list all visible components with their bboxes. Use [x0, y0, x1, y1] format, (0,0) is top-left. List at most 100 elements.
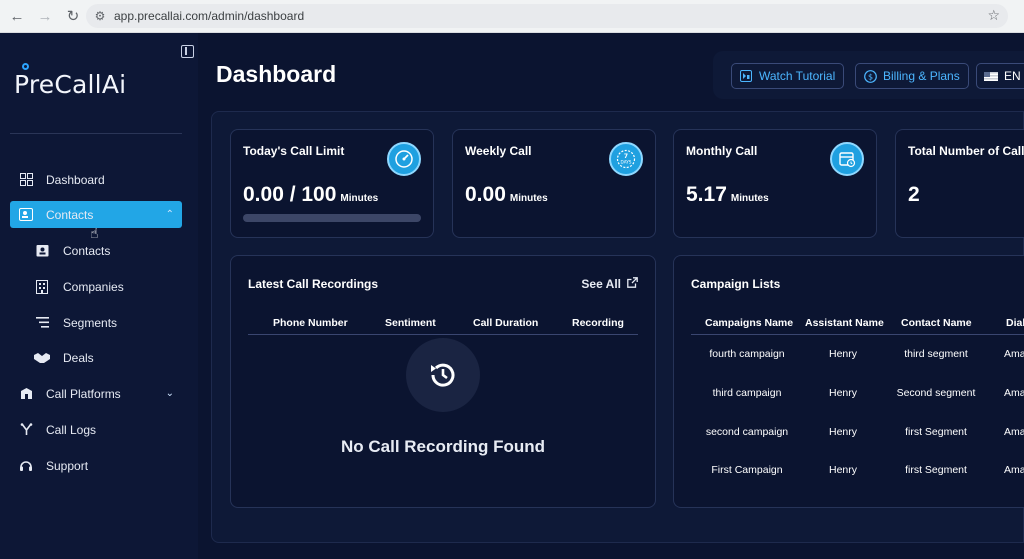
call-limit-progress	[243, 214, 421, 222]
address-bar[interactable]: ⚙ app.precallai.com/admin/dashboard ☆	[86, 4, 1008, 28]
table-cell: Henry	[828, 426, 858, 438]
campaigns-section: Campaign Lists Campaigns Name Assistant …	[673, 255, 1024, 508]
stat-value: 0.00 / 100 Minutes	[243, 183, 378, 207]
logo: PreCallAi	[14, 63, 127, 99]
support-icon	[18, 458, 34, 474]
table-cell: Ama	[1004, 464, 1024, 476]
watch-tutorial-button[interactable]: Watch Tutorial	[731, 63, 845, 89]
stat-title: Weekly Call	[465, 144, 532, 158]
table-cell: Ama	[1004, 387, 1024, 399]
table-cell: fourth campaign	[709, 348, 785, 360]
stat-value: 5.17 Minutes	[686, 183, 769, 207]
collapse-sidebar-icon[interactable]	[181, 45, 194, 58]
table-cell: second campaign	[705, 426, 789, 438]
sidebar-item-support[interactable]: Support	[10, 452, 182, 479]
back-icon[interactable]: ←	[6, 5, 28, 27]
stat-value-number: 5.17	[686, 183, 727, 206]
building-icon	[34, 279, 50, 295]
bookmark-star-icon[interactable]: ☆	[987, 7, 1000, 24]
table-cell: first Segment	[905, 464, 967, 476]
dollar-icon: $	[863, 69, 877, 83]
header-actions: Watch Tutorial $ Billing & Plans EN	[713, 51, 1024, 99]
grid-icon	[18, 172, 34, 188]
speedometer-icon	[387, 142, 421, 176]
section-title: Latest Call Recordings	[248, 277, 379, 291]
table-cell: Henry	[828, 464, 858, 476]
chevron-up-icon[interactable]: ⌃	[166, 209, 174, 220]
forward-icon[interactable]: →	[34, 5, 56, 27]
billing-plans-button[interactable]: $ Billing & Plans	[855, 63, 969, 89]
table-cell: first Segment	[905, 426, 967, 438]
table-cell: Second segment	[896, 387, 976, 399]
sidebar-subitem-label: Contacts	[63, 243, 111, 258]
sidebar-subitem-contacts[interactable]: Contacts	[30, 237, 182, 264]
stat-card-total: Total Number of Calls 2	[895, 129, 1024, 238]
sidebar-subitem-label: Companies	[63, 279, 124, 294]
stat-value-number: 0.00 / 100	[243, 183, 337, 206]
seven-days-icon: 7 DAYS	[609, 142, 643, 176]
sidebar-subitem-companies[interactable]: Companies	[30, 273, 182, 300]
language-selector[interactable]: EN	[976, 63, 1024, 89]
sidebar-divider	[10, 133, 182, 134]
reload-icon[interactable]: ↻	[62, 5, 84, 27]
table-cell: Henry	[828, 387, 858, 399]
sidebar-item-label: Dashboard	[46, 172, 105, 187]
app: PreCallAi Dashboard Contacts ⌃ Contacts	[0, 33, 1024, 559]
column-header: Call Duration	[473, 317, 539, 329]
sidebar-item-dashboard[interactable]: Dashboard	[10, 166, 182, 193]
sidebar: PreCallAi Dashboard Contacts ⌃ Contacts	[0, 33, 198, 559]
platform-icon	[18, 386, 34, 402]
column-header: Sentiment	[385, 317, 436, 329]
table-cell: Ama	[1004, 348, 1024, 360]
contact-card-icon	[34, 243, 50, 259]
sidebar-item-label: Call Platforms	[46, 386, 121, 401]
logo-dot-icon	[22, 63, 29, 70]
site-settings-icon[interactable]: ⚙	[92, 8, 108, 24]
stat-unit: Minutes	[730, 193, 769, 204]
section-title: Campaign Lists	[691, 277, 781, 291]
sidebar-item-call-logs[interactable]: Call Logs	[10, 416, 182, 443]
stat-unit: Minutes	[509, 193, 548, 204]
chevron-down-icon[interactable]: ⌄	[166, 388, 174, 399]
table-cell: third segment	[904, 348, 968, 360]
column-header: Dial	[1006, 317, 1024, 329]
column-header: Contact Name	[901, 317, 972, 329]
stat-card-today: Today's Call Limit 0.00 / 100 Minutes	[230, 129, 434, 238]
stat-card-weekly: Weekly Call 7 DAYS 0.00 Minutes	[452, 129, 656, 238]
billing-plans-label: Billing & Plans	[883, 69, 960, 83]
stat-value-number: 2	[908, 183, 920, 206]
sidebar-subitem-deals[interactable]: Deals	[30, 344, 182, 371]
table-cell: Henry	[828, 348, 858, 360]
stat-value: 2	[908, 183, 920, 207]
stat-value: 0.00 Minutes	[465, 183, 548, 207]
stat-title: Total Number of Calls	[908, 144, 1024, 158]
page-title: Dashboard	[216, 61, 337, 87]
sidebar-item-label: Support	[46, 458, 89, 473]
watch-tutorial-label: Watch Tutorial	[759, 69, 836, 83]
stat-card-monthly: Monthly Call 5.17 Minutes	[673, 129, 877, 238]
table-cell: Ama	[1004, 426, 1024, 438]
handshake-icon	[34, 350, 50, 366]
external-link-icon	[627, 277, 638, 291]
history-icon	[406, 338, 480, 412]
sidebar-item-label: Contacts	[46, 207, 94, 222]
column-header: Assistant Name	[805, 317, 884, 329]
sidebar-item-label: Call Logs	[46, 422, 97, 437]
sidebar-item-call-platforms[interactable]: Call Platforms ⌄	[10, 380, 182, 407]
sidebar-subitem-label: Deals	[63, 350, 94, 365]
sidebar-item-contacts[interactable]: Contacts ⌃	[10, 201, 182, 228]
tutorial-icon	[739, 69, 753, 83]
column-header: Campaigns Name	[705, 317, 794, 329]
mouse-cursor-icon: ☝	[90, 225, 99, 241]
stat-value-number: 0.00	[465, 183, 506, 206]
stat-unit: Minutes	[340, 193, 379, 204]
sidebar-subitem-segments[interactable]: Segments	[30, 309, 182, 336]
segments-icon	[34, 315, 50, 331]
column-header: Phone Number	[273, 317, 348, 329]
url-text: app.precallai.com/admin/dashboard	[114, 9, 305, 23]
browser-toolbar: ← → ↻ ⚙ app.precallai.com/admin/dashboar…	[0, 0, 1024, 33]
see-all-link[interactable]: See All	[581, 277, 638, 291]
stat-title: Today's Call Limit	[243, 144, 345, 158]
logo-text: PreCallAi	[14, 70, 127, 99]
call-logs-icon	[18, 422, 34, 438]
